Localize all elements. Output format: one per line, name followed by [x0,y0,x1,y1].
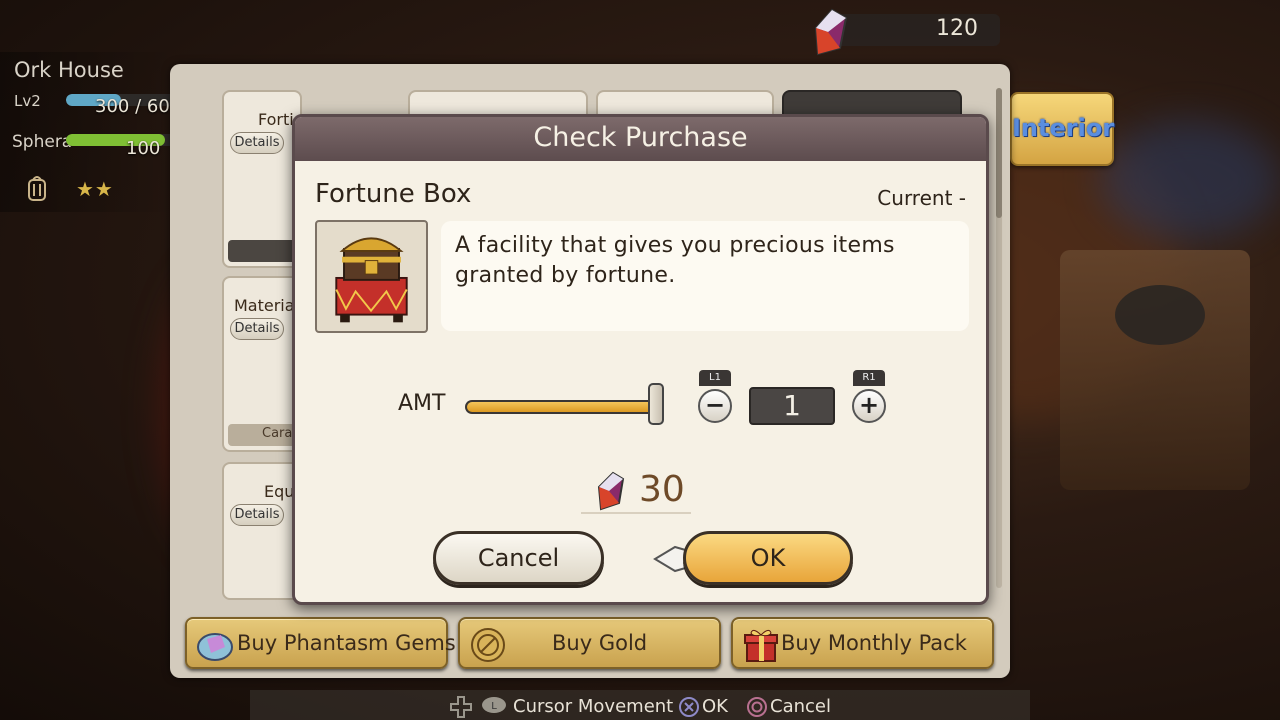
buy-monthly-pack-button[interactable]: Buy Monthly Pack [731,617,994,669]
level-value: 300 / 60 [95,96,170,117]
sphera-label: Sphera [12,132,73,152]
background-glow [1100,120,1280,240]
house-status-panel: Ork House Lv2 300 / 60 Sphera 100 ★★ [0,52,176,212]
buy-phantasm-gems-label: Buy Phantasm Gems [237,631,456,655]
rank-stars: ★★ [76,177,114,201]
fortune-box-icon [335,237,408,323]
amount-slider-thumb[interactable] [648,383,664,425]
circle-button-icon [747,697,767,717]
item-description: A facility that gives you precious items… [455,233,895,288]
details-button[interactable]: Details [230,318,284,340]
level-label: Lv2 [14,92,41,110]
shop-card-fortune[interactable]: Forti Details [222,90,302,268]
shop-card-name: Equ [264,482,295,501]
left-stick-icon: L [482,697,506,713]
shop-card-footer-label: Cara [262,426,293,441]
increase-button[interactable]: + [852,389,886,423]
shop-card-equipment[interactable]: Equ Details [222,462,302,600]
gem-count: 120 [936,16,978,41]
total-price: 30 [639,469,685,510]
amount-slider[interactable] [465,400,657,414]
r1-button-icon: R1 [853,370,885,386]
buy-gold-label: Buy Gold [552,631,648,655]
details-button[interactable]: Details [230,504,284,526]
item-name: Fortune Box [315,179,472,209]
l1-button-icon: L1 [699,370,731,386]
amount-label: AMT [398,391,446,416]
details-button[interactable]: Details [230,132,284,154]
hint-ok: OK [702,696,728,717]
current-count: Current - [877,186,966,210]
dialog-title: Check Purchase [533,122,748,153]
svg-text:L: L [491,701,497,712]
phantasm-gem-icon [814,8,848,56]
decrease-button[interactable]: − [698,389,732,423]
lantern-icon [28,176,46,201]
phantasm-gem-icon [597,471,625,511]
hint-cancel: Cancel [770,696,831,717]
dialog-header: Check Purchase [295,117,986,161]
cancel-button[interactable]: Cancel [433,531,604,585]
shop-scroll-thumb[interactable] [996,88,1002,218]
buy-gold-button[interactable]: Buy Gold [458,617,721,669]
interior-tab[interactable]: Interior [1010,92,1114,166]
amount-slider-fill [467,402,655,412]
background-knob [1115,285,1205,345]
buy-phantasm-gems-button[interactable]: Buy Phantasm Gems [185,617,456,669]
buy-monthly-pack-label: Buy Monthly Pack [781,631,967,655]
check-purchase-dialog: Check Purchase Fortune Box Current - A f… [292,114,989,605]
shop-card-name: Forti [258,110,294,129]
item-image [315,220,428,333]
dpad-icon [450,696,472,718]
hint-cursor-movement: Cursor Movement [513,696,674,717]
shop-scrollbar[interactable] [996,88,1002,588]
location-title: Ork House [14,58,124,82]
price-underline [581,512,691,514]
cross-button-icon [679,697,699,717]
sphera-value: 100 [126,138,161,159]
shop-card-footer: Cara [228,424,298,446]
ok-button[interactable]: OK [683,531,853,585]
shop-card-price [228,240,298,262]
quantity-field[interactable]: 1 [749,387,835,425]
description-box: A facility that gives you precious items… [441,221,969,331]
gold-coin-icon [471,628,505,662]
shop-card-name: Materia [234,296,295,315]
gem-counter: 120 [810,8,1000,56]
interior-tab-label: Interior [1012,114,1115,142]
phantasm-gem-icon [197,633,233,661]
gift-box-icon [744,629,778,662]
shop-card-materia[interactable]: Materia Details Cara [222,276,302,452]
